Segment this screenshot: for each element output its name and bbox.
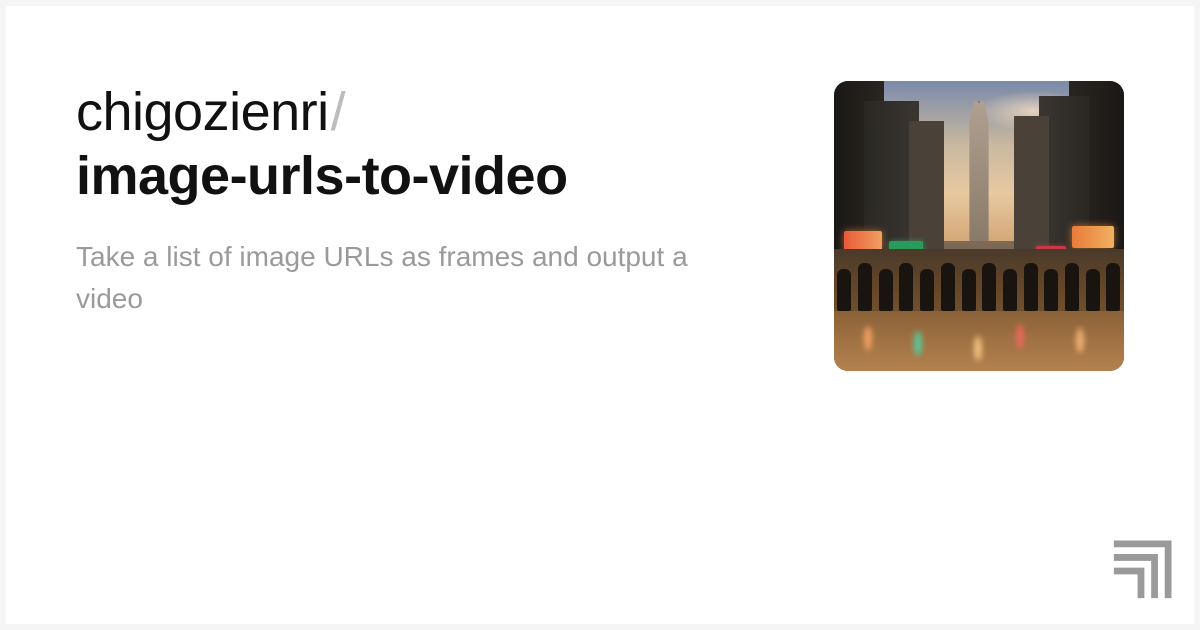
model-description: Take a list of image URLs as frames and … (76, 236, 716, 320)
separator: / (331, 82, 346, 142)
text-column: chigozienri/ image-urls-to-video Take a … (76, 81, 794, 554)
owner-name: chigozienri (76, 82, 329, 142)
model-card: chigozienri/ image-urls-to-video Take a … (6, 6, 1194, 624)
brand-logo-icon (1110, 540, 1172, 602)
preview-image (834, 81, 1124, 371)
repo-name: image-urls-to-video (76, 145, 794, 209)
model-title: chigozienri/ image-urls-to-video (76, 81, 794, 208)
